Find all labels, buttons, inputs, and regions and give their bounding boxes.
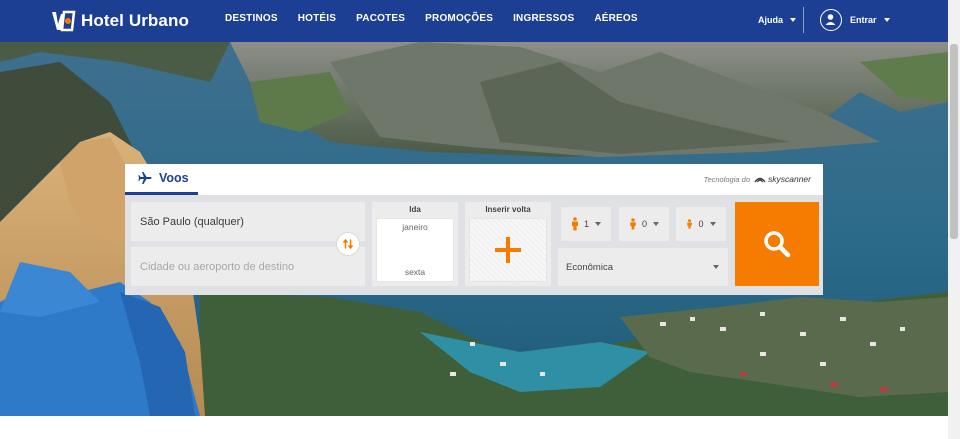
nav-promocoes[interactable]: PROMOÇÕES <box>425 13 493 24</box>
origin-input[interactable]: São Paulo (qualquer) <box>131 202 365 241</box>
search-icon <box>764 231 791 258</box>
departure-date-picker[interactable]: Ida janeiro sexta <box>372 202 458 286</box>
nav-hoteis[interactable]: HOTÉIS <box>298 13 336 24</box>
tab-flights-label: Voos <box>159 171 189 185</box>
powered-by-prefix: Tecnologia do <box>703 174 750 184</box>
nav-pacotes[interactable]: PACOTES <box>356 13 405 24</box>
top-navigation-bar: Hotel Urbano DESTINOS HOTÉIS PACOTES PRO… <box>0 0 948 42</box>
departure-weekday: sexta <box>404 267 426 277</box>
search-widget-header: Voos Tecnologia do skyscanner <box>125 164 823 195</box>
departure-date-card: janeiro sexta <box>376 218 454 282</box>
plus-icon <box>495 237 521 263</box>
nav-destinos[interactable]: DESTINOS <box>225 13 278 24</box>
powered-by: Tecnologia do skyscanner <box>704 174 811 184</box>
help-menu[interactable]: Ajuda <box>758 15 797 25</box>
chevron-down-icon <box>790 18 797 22</box>
user-icon <box>820 9 842 31</box>
infant-person-icon <box>687 219 693 229</box>
infants-count: 0 <box>698 219 704 229</box>
scrollbar-thumb[interactable] <box>950 44 958 239</box>
chevron-down-icon <box>653 222 659 226</box>
children-count: 0 <box>641 219 647 229</box>
nav-ingressos[interactable]: INGRESSOS <box>513 13 574 24</box>
airplane-icon <box>138 172 152 184</box>
main-nav: DESTINOS HOTÉIS PACOTES PROMOÇÕES INGRES… <box>225 13 658 24</box>
skyscanner-sun-icon <box>754 177 766 183</box>
brand-logo[interactable]: Hotel Urbano <box>50 9 189 33</box>
add-return-card <box>469 218 547 282</box>
login-label: Entrar <box>850 15 877 25</box>
adult-person-icon <box>571 217 578 231</box>
page: Hotel Urbano DESTINOS HOTÉIS PACOTES PRO… <box>0 0 960 439</box>
login-menu[interactable]: Entrar <box>820 9 890 31</box>
brand-name: Hotel Urbano <box>81 11 189 30</box>
chevron-down-icon <box>595 222 601 226</box>
destination-placeholder: Cidade ou aeroporto de destino <box>140 260 295 273</box>
swap-locations-button[interactable] <box>336 232 360 256</box>
tab-flights[interactable]: Voos <box>125 164 198 195</box>
cabin-class-value: Econômica <box>566 261 613 273</box>
skyscanner-brand: skyscanner <box>768 174 811 184</box>
skyscanner-logo: skyscanner <box>754 174 811 184</box>
nav-aereos[interactable]: AÉREOS <box>594 13 637 24</box>
chevron-down-icon <box>709 222 716 226</box>
adults-count: 1 <box>583 219 589 229</box>
chevron-down-icon <box>883 18 890 22</box>
infants-selector[interactable]: 0 <box>676 207 726 241</box>
flight-search-form: São Paulo (qualquer) Cidade ou aeroporto… <box>125 195 823 295</box>
swap-arrows-icon <box>342 238 354 250</box>
help-label: Ajuda <box>758 15 784 25</box>
origin-value: São Paulo (qualquer) <box>140 215 244 228</box>
departure-month: janeiro <box>402 222 428 232</box>
hotel-urbano-logo-icon <box>52 10 76 32</box>
cabin-class-select[interactable]: Econômica <box>558 248 728 286</box>
return-date-picker[interactable]: Inserir volta <box>465 202 551 286</box>
return-title: Inserir volta <box>485 205 531 214</box>
search-button[interactable] <box>735 202 819 286</box>
header-divider <box>803 7 804 33</box>
adults-selector[interactable]: 1 <box>561 207 611 241</box>
destination-input[interactable]: Cidade ou aeroporto de destino <box>131 247 365 286</box>
chevron-down-icon <box>713 265 719 269</box>
departure-title: Ida <box>409 205 421 214</box>
children-selector[interactable]: 0 <box>619 207 669 241</box>
child-person-icon <box>630 218 636 230</box>
